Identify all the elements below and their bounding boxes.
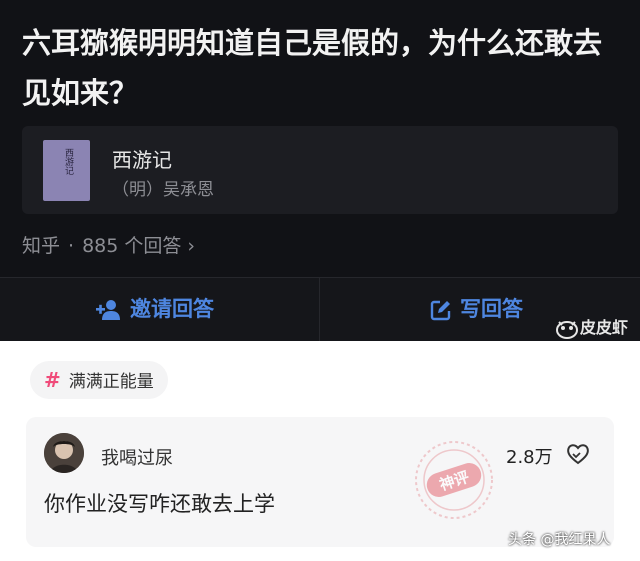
invite-answer-button[interactable]: 邀请回答 [96,292,214,326]
action-divider [319,278,320,341]
chevron-right-icon: › [187,235,196,257]
edit-icon [430,300,451,321]
zhihu-question-panel: 六耳猕猴明明知道自己是假的，为什么还敢去见如来？ 西游记 西游记 （明）吴承恩 … [0,0,640,341]
toutiao-watermark: 头条 @我红果人 [508,532,611,548]
comment-card: 我喝过尿 神评 2.8万 你作业没写咋还敢去上学 [26,417,614,547]
meta-separator: · [68,235,75,257]
book-title: 西游记 [112,148,172,172]
comment-text: 你作业没写咋还敢去上学 [44,492,275,516]
add-person-icon [96,300,120,320]
hashtag-icon: # [44,368,61,392]
pipixia-logo-icon [556,320,578,339]
book-cover-text: 西游记 [63,148,73,175]
like-icon[interactable] [565,441,591,467]
topic-label: 满满正能量 [68,372,154,392]
book-cover-image: 西游记 [43,140,90,201]
invite-answer-label: 邀请回答 [130,297,214,321]
write-answer-button[interactable]: 写回答 [430,292,523,326]
question-title[interactable]: 六耳猕猴明明知道自己是假的，为什么还敢去见如来？ [22,18,612,118]
answer-action-bar: 邀请回答 写回答 [0,277,640,341]
pipixia-watermark-text: 皮皮虾 [580,318,629,337]
answer-count: 885 个回答 [82,235,182,257]
avatar[interactable] [44,433,84,473]
hot-comment-stamp: 神评 [415,441,493,519]
book-card[interactable]: 西游记 西游记 （明）吴承恩 [22,126,618,214]
like-count: 2.8万 [506,447,553,468]
avatar-image [44,433,84,473]
write-answer-label: 写回答 [460,297,523,321]
book-author: （明）吴承恩 [112,180,214,200]
pipixia-watermark: 皮皮虾 [556,314,628,339]
source-label: 知乎 [22,235,61,257]
answer-count-link[interactable]: 知乎 · 885 个回答 › [22,231,195,258]
comment-username[interactable]: 我喝过尿 [101,444,173,470]
topic-tag[interactable]: # 满满正能量 [30,361,168,399]
